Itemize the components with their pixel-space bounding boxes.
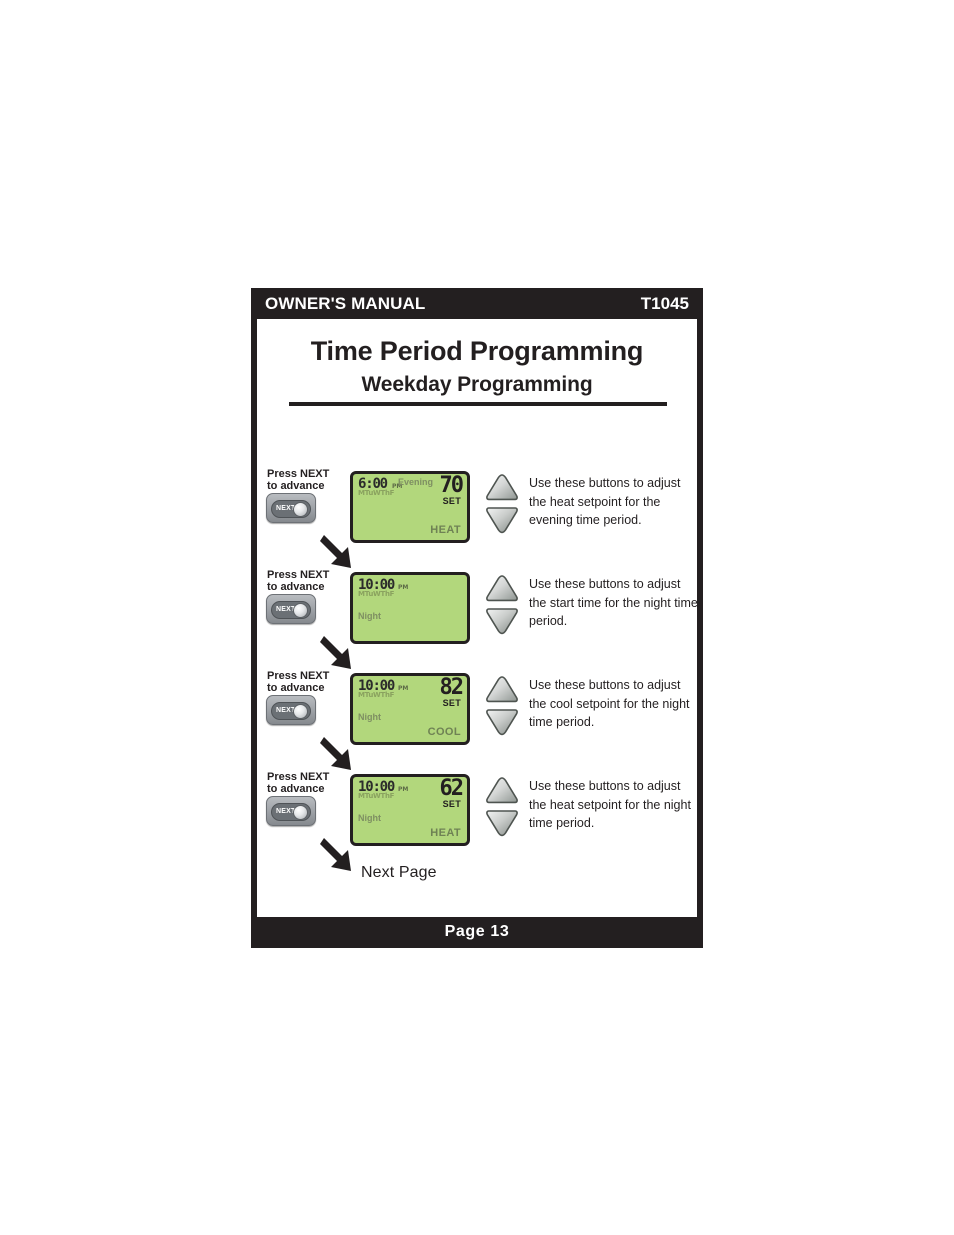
display-set-label: SET [442, 698, 461, 708]
next-button[interactable]: NEXT [266, 493, 316, 523]
display-period-left: Night [358, 611, 381, 621]
next-button-pill: NEXT [271, 702, 311, 720]
next-button[interactable]: NEXT [266, 796, 316, 826]
next-button-knob-icon [293, 704, 308, 719]
next-page-label: Next Page [361, 864, 437, 881]
display-setpoint: 62 [439, 776, 464, 801]
thermostat-display: 6:00 PM MTuWThF Evening 70 SET HEAT [350, 471, 470, 543]
page-content: Time Period Programming Weekday Programm… [251, 319, 703, 917]
display-days: MTuWThF [358, 489, 395, 497]
next-button-pill: NEXT [271, 803, 311, 821]
setpoint-adjust-buttons [485, 474, 519, 538]
next-button-pill: NEXT [271, 601, 311, 619]
display-setpoint: 70 [439, 473, 464, 498]
next-button-pill: NEXT [271, 500, 311, 518]
display-mode: HEAT [430, 827, 461, 839]
title-divider [289, 402, 667, 406]
thermostat-display: 10:00 PM MTuWThF Night 82 SET COOL [350, 673, 470, 745]
flow-arrow-icon [320, 836, 362, 880]
flow-arrow-icon [320, 735, 362, 779]
down-arrow-button[interactable] [485, 507, 519, 534]
thermostat-display: 10:00 PM MTuWThF Night [350, 572, 470, 644]
down-arrow-button[interactable] [485, 709, 519, 736]
instruction-text: Use these buttons to adjust the start ti… [529, 577, 698, 628]
press-next-line2: to advance [267, 783, 325, 795]
up-arrow-button[interactable] [485, 676, 519, 703]
setpoint-adjust-buttons [485, 676, 519, 740]
next-button-knob-icon [293, 502, 308, 517]
display-ampm: PM [398, 786, 409, 793]
display-ampm: PM [398, 685, 409, 692]
next-button-knob-icon [293, 805, 308, 820]
next-button[interactable]: NEXT [266, 695, 316, 725]
display-days: MTuWThF [358, 691, 395, 699]
next-button-knob-icon [293, 603, 308, 618]
footer-bar: Page 13 [251, 917, 703, 948]
press-next-line1: Press NEXT [267, 468, 330, 480]
display-period-left: Night [358, 813, 381, 823]
display-period-left: Night [358, 712, 381, 722]
model-number-label: T1045 [640, 294, 689, 313]
instruction-text: Use these buttons to adjust the heat set… [529, 476, 681, 527]
thermostat-display: 10:00 PM MTuWThF Night 62 SET HEAT [350, 774, 470, 846]
owners-manual-label: OWNER'S MANUAL [265, 294, 426, 313]
press-next-line2: to advance [267, 480, 325, 492]
press-next-line2: to advance [267, 581, 325, 593]
display-set-label: SET [442, 496, 461, 506]
setpoint-adjust-buttons [485, 575, 519, 639]
setpoint-adjust-buttons [485, 777, 519, 841]
flow-arrow-icon [320, 533, 362, 577]
display-days: MTuWThF [358, 792, 395, 800]
flow-arrow-icon [320, 634, 362, 678]
display-setpoint: 82 [439, 675, 464, 700]
up-arrow-button[interactable] [485, 777, 519, 804]
display-mode: HEAT [430, 524, 461, 536]
down-arrow-button[interactable] [485, 608, 519, 635]
press-next-line2: to advance [267, 682, 325, 694]
header-bar: OWNER'S MANUAL T1045 [251, 288, 703, 319]
press-next-instruction: Press NEXT to advance [267, 468, 330, 493]
page-number-label: Page 13 [444, 923, 510, 940]
display-ampm: PM [398, 584, 409, 591]
instruction-text: Use these buttons to adjust the heat set… [529, 779, 691, 830]
display-set-label: SET [442, 799, 461, 809]
display-mode: COOL [427, 726, 461, 738]
down-arrow-button[interactable] [485, 810, 519, 837]
display-days: MTuWThF [358, 590, 395, 598]
up-arrow-button[interactable] [485, 474, 519, 501]
page-title: Time Period Programming [310, 336, 644, 366]
up-arrow-button[interactable] [485, 575, 519, 602]
manual-page: OWNER'S MANUAL T1045 Time Period Program… [251, 288, 703, 948]
instruction-text: Use these buttons to adjust the cool set… [529, 678, 690, 729]
next-button[interactable]: NEXT [266, 594, 316, 624]
display-period-right: Evening [397, 477, 433, 487]
page-subtitle: Weekday Programming [361, 373, 593, 396]
